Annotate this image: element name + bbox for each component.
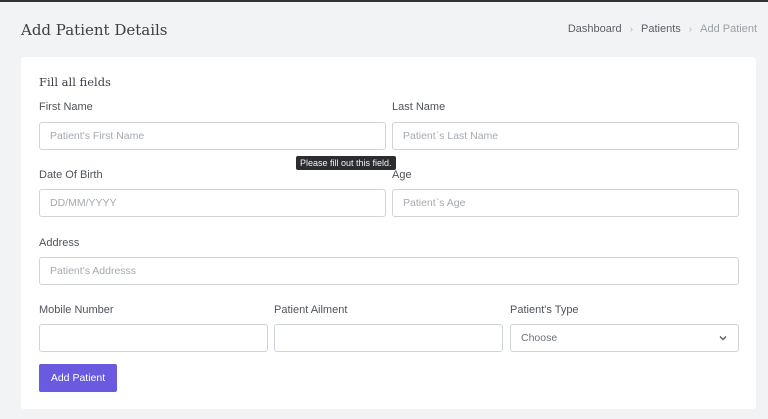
page-title: Add Patient Details <box>21 21 168 39</box>
patient-type-selected: Choose <box>521 332 558 344</box>
breadcrumb-dashboard[interactable]: Dashboard <box>568 23 622 35</box>
chevron-right-icon: › <box>688 23 693 35</box>
dob-input[interactable] <box>39 189 386 217</box>
chevron-down-icon <box>719 336 727 341</box>
breadcrumb: Dashboard › Patients › Add Patient <box>568 23 757 35</box>
last-name-label: Last Name <box>392 101 446 113</box>
age-input[interactable] <box>392 189 739 217</box>
mobile-label: Mobile Number <box>39 304 114 316</box>
patient-type-label: Patient's Type <box>510 304 579 316</box>
first-name-input[interactable] <box>39 122 386 150</box>
age-label: Age <box>392 169 412 181</box>
address-label: Address <box>39 237 80 249</box>
breadcrumb-patients[interactable]: Patients <box>641 23 681 35</box>
ailment-input[interactable] <box>274 324 503 352</box>
chevron-right-icon: › <box>629 23 634 35</box>
form-heading: Fill all fields <box>39 75 111 89</box>
add-patient-button[interactable]: Add Patient <box>39 364 117 392</box>
top-border <box>0 0 768 2</box>
last-name-input[interactable] <box>392 122 739 150</box>
mobile-input[interactable] <box>39 324 268 352</box>
dob-label: Date Of Birth <box>39 169 103 181</box>
ailment-label: Patient Ailment <box>274 304 348 316</box>
validation-tooltip: Please fill out this field. <box>296 156 396 170</box>
patient-type-select[interactable]: Choose <box>510 324 739 352</box>
patient-form-card: Fill all fields First Name Last Name Dat… <box>21 57 756 409</box>
address-input[interactable] <box>39 257 739 285</box>
first-name-label: First Name <box>39 101 93 113</box>
breadcrumb-add-patient: Add Patient <box>700 23 757 35</box>
